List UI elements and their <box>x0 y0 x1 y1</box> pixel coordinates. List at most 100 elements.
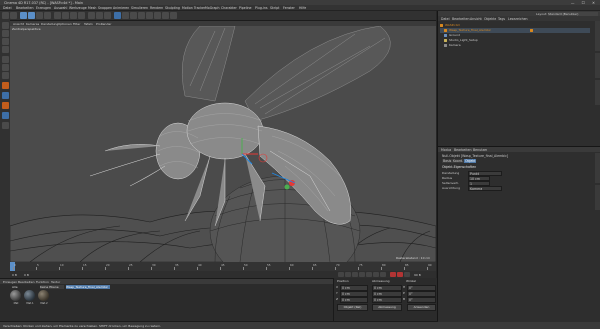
menu-window[interactable]: Fenster <box>283 6 295 10</box>
layout-dropdown[interactable]: Standard (Benutzer) <box>548 11 598 16</box>
play-button[interactable] <box>359 272 365 277</box>
subdivision-surface-button[interactable] <box>130 12 137 19</box>
frame-start-field[interactable]: 0 B <box>12 273 17 277</box>
menu-snap[interactable]: Snappen <box>98 6 112 10</box>
menu-animate[interactable]: Animieren <box>113 6 129 10</box>
floor-button[interactable] <box>154 12 161 19</box>
snap-button[interactable] <box>1 82 9 89</box>
orientation-dropdown[interactable]: Kamera <box>468 185 502 192</box>
camera-button[interactable] <box>162 12 169 19</box>
mat-menu-texture[interactable]: Textur <box>51 280 60 284</box>
side-tab-objects[interactable] <box>595 21 600 51</box>
menu-select[interactable]: Auswahl <box>54 6 67 10</box>
view-menu-view[interactable]: Ansicht <box>13 22 24 26</box>
rotate-button[interactable] <box>44 12 51 19</box>
object-row[interactable]: Studio_Light_Setup <box>440 38 590 43</box>
pos-z-field[interactable]: 0 cm <box>340 296 368 303</box>
3d-viewport[interactable]: Zentralperspektive Rasterabstand : 10 cm <box>10 26 436 262</box>
menu-tools[interactable]: Werkzeuge <box>69 6 87 10</box>
undo-button[interactable] <box>2 12 9 19</box>
attr-menu-edit[interactable]: Bearbeiten <box>454 148 472 152</box>
window-controls[interactable]: — ☐ ✕ <box>571 1 598 5</box>
render-picture-viewer-button[interactable] <box>96 12 103 19</box>
side-tab-content-browser[interactable] <box>595 53 600 78</box>
attr-tab-coord[interactable]: Koord. <box>452 159 465 163</box>
coord-system-button[interactable] <box>78 12 85 19</box>
goto-start-button[interactable] <box>338 272 344 277</box>
tag-icon[interactable] <box>530 28 533 32</box>
record-button[interactable] <box>390 272 396 277</box>
view-menu-display[interactable]: Darstellung <box>41 22 58 26</box>
move-button[interactable] <box>28 12 35 19</box>
size-z-field[interactable]: 0 cm <box>372 296 402 303</box>
view-menu-filter[interactable]: Filter <box>73 22 80 26</box>
mat-menu-function[interactable]: Funktion <box>36 280 49 284</box>
spline-pen-button[interactable] <box>122 12 129 19</box>
filter-layer[interactable]: Wasp_Texture_final_Alembic <box>66 285 110 289</box>
cube-button[interactable] <box>114 12 121 19</box>
render-view-button[interactable] <box>88 12 95 19</box>
size-mode-dropdown[interactable]: Abmessung <box>372 304 402 311</box>
bend-button[interactable] <box>146 12 153 19</box>
polygons-mode-button[interactable] <box>1 72 9 79</box>
object-row[interactable]: Ground <box>440 33 590 38</box>
solo-button[interactable] <box>1 112 9 119</box>
attr-tab-object[interactable]: Objekt <box>464 159 477 163</box>
live-select-button[interactable] <box>20 12 27 19</box>
side-tab-structure[interactable] <box>595 80 600 105</box>
menu-mograph[interactable]: MoGraph <box>205 6 219 10</box>
render-settings-button[interactable] <box>104 12 111 19</box>
next-frame-button[interactable] <box>366 272 372 277</box>
object-row[interactable]: Wasp_Texture_final_Alembic <box>440 28 590 33</box>
frame-end-field[interactable]: 90 B <box>414 273 421 277</box>
edges-mode-button[interactable] <box>1 64 9 71</box>
mat-menu-edit[interactable]: Bearbeiten <box>18 280 34 284</box>
mat-menu-create[interactable]: Erzeugen <box>3 280 17 284</box>
menu-create[interactable]: Erzeugen <box>36 6 51 10</box>
array-button[interactable] <box>138 12 145 19</box>
keyframe-selection-button[interactable] <box>404 272 410 277</box>
texture-mode-button[interactable] <box>1 38 9 45</box>
axis-mode-button[interactable] <box>1 46 9 53</box>
menu-plugins[interactable]: Plug-ins <box>255 6 268 10</box>
attr-menu-mode[interactable]: Modus <box>441 148 451 152</box>
rot-b-field[interactable]: 0° <box>407 296 436 303</box>
model-mode-button[interactable] <box>1 30 9 37</box>
menu-render[interactable]: Rendern <box>150 6 163 10</box>
object-row[interactable]: Kamera <box>440 43 590 48</box>
lock-workplane-button[interactable] <box>1 102 9 109</box>
view-menu-panels[interactable]: Tafeln <box>84 22 93 26</box>
redo-button[interactable] <box>10 12 17 19</box>
frame-current-field[interactable]: 0 B <box>24 273 29 277</box>
axis-x-button[interactable] <box>54 12 61 19</box>
points-mode-button[interactable] <box>1 56 9 63</box>
menu-script[interactable]: Skript <box>270 6 279 10</box>
menu-motion-tracker[interactable]: Motion Tracker <box>182 6 205 10</box>
material-ball[interactable] <box>38 290 49 301</box>
filter-no-layer[interactable]: Keine Ebene <box>40 285 64 289</box>
side-tab-attributes[interactable] <box>595 153 600 183</box>
attr-menu-user[interactable]: Benutzer <box>473 148 487 152</box>
goto-end-button[interactable] <box>380 272 386 277</box>
view-menu-options[interactable]: Optionen <box>58 22 72 26</box>
menu-sculpt[interactable]: Skulpting <box>165 6 180 10</box>
autokey-button[interactable] <box>397 272 403 277</box>
next-key-button[interactable] <box>373 272 379 277</box>
menu-file[interactable]: Datei <box>3 6 12 10</box>
menu-pipeline[interactable]: Pipeline <box>239 6 251 10</box>
menu-mesh[interactable]: Mesh <box>88 6 96 10</box>
menu-edit[interactable]: Bearbeiten <box>16 6 34 10</box>
prev-key-button[interactable] <box>345 272 351 277</box>
material-ball[interactable] <box>24 290 35 301</box>
make-editable-button[interactable] <box>1 22 9 29</box>
view-menu-prorender[interactable]: ProRender <box>96 22 111 26</box>
side-tab-layers[interactable] <box>595 185 600 210</box>
light-button[interactable] <box>170 12 177 19</box>
filter-all[interactable]: Alle <box>12 285 18 289</box>
timeline[interactable]: 0 5 10 15 20 25 30 35 40 45 50 55 60 65 70 75 80 85 90 <box>10 262 436 271</box>
coord-mode-dropdown[interactable]: Objekt (Rel) <box>337 304 368 311</box>
attr-tab-basic[interactable]: Basis <box>442 159 453 163</box>
tweak-mode-button[interactable] <box>1 122 9 129</box>
menu-character[interactable]: Charakter <box>221 6 237 10</box>
prev-frame-button[interactable] <box>352 272 358 277</box>
